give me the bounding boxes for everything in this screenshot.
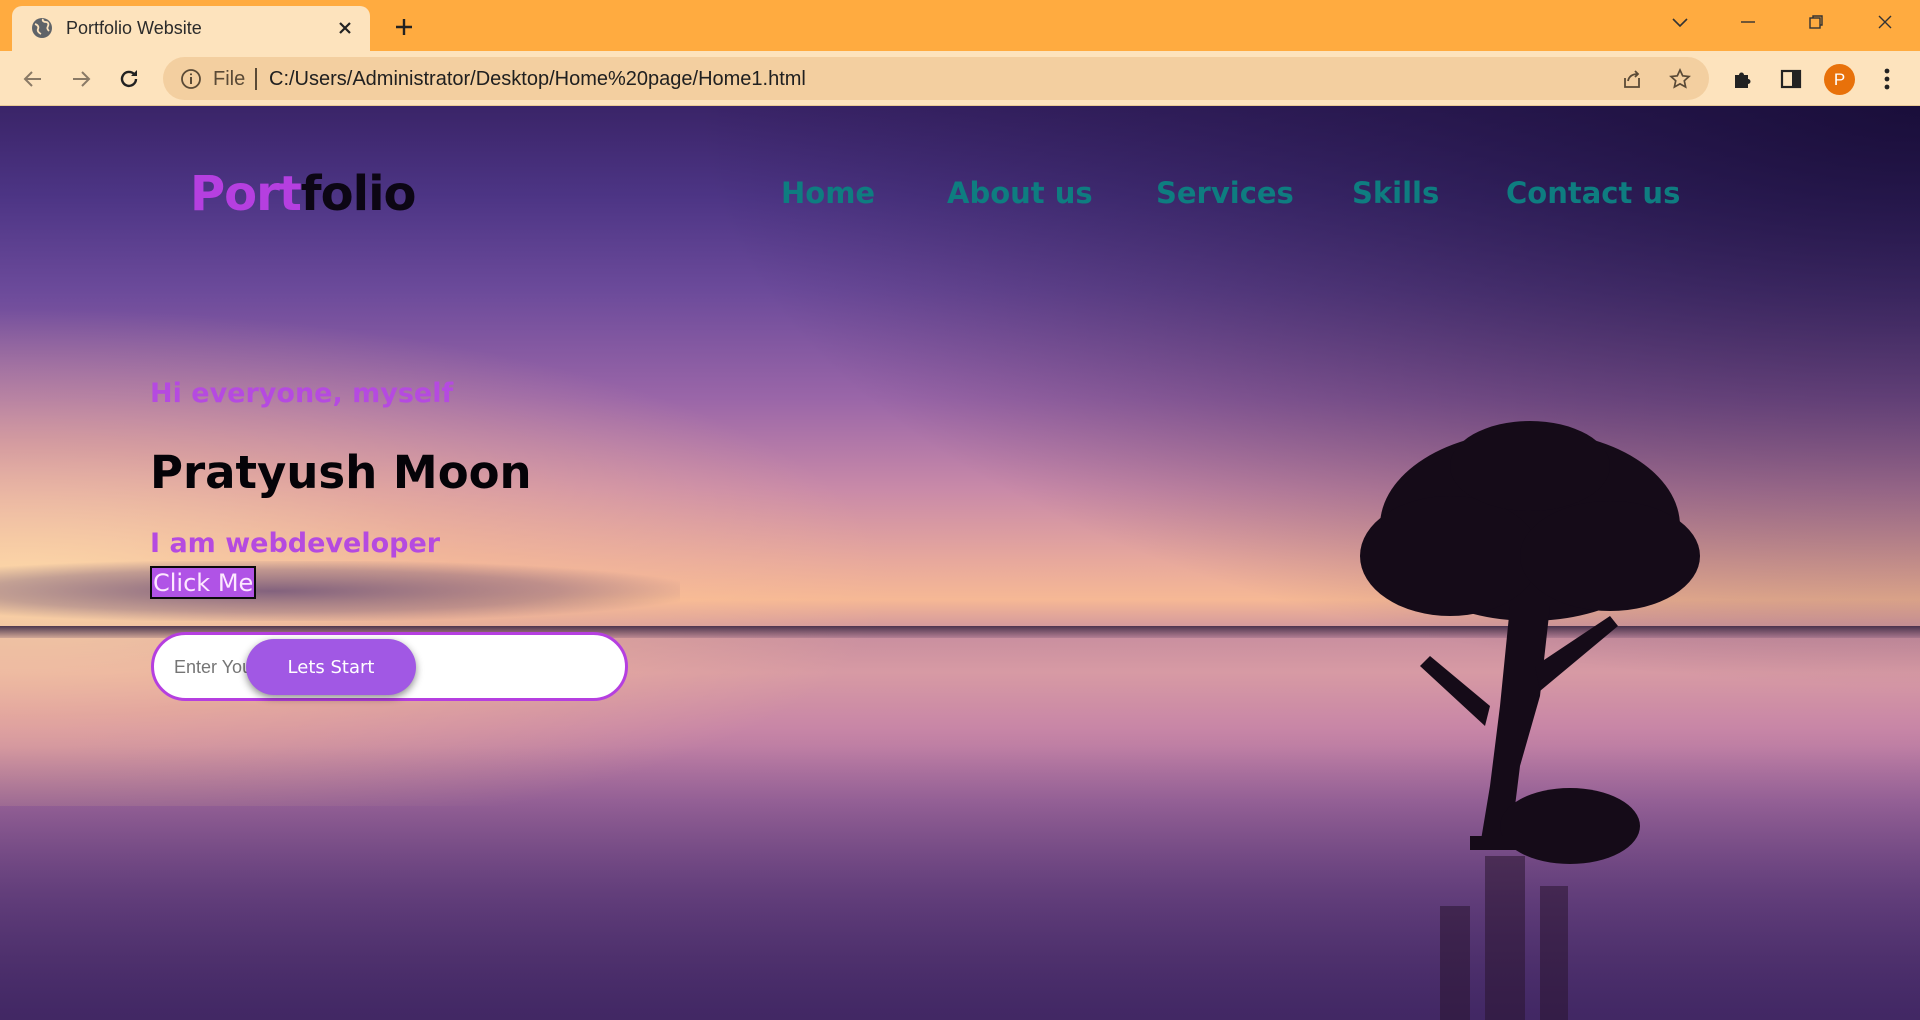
url-text[interactable]: C:/Users/Administrator/Desktop/Home%20pa… <box>269 68 806 91</box>
close-window-icon[interactable] <box>1855 0 1915 44</box>
profile-avatar[interactable]: P <box>1824 64 1855 95</box>
share-icon[interactable] <box>1619 66 1645 92</box>
tree-silhouette-image <box>1360 421 1700 1020</box>
address-bar[interactable]: File C:/Users/Administrator/Desktop/Home… <box>163 57 1709 100</box>
close-tab-icon[interactable] <box>332 15 358 41</box>
nav-link-contact-us[interactable]: Contact us <box>1506 176 1680 210</box>
logo-part-folio: folio <box>300 166 417 222</box>
hero-name: Pratyush Moon <box>150 446 532 499</box>
email-input[interactable] <box>174 653 254 681</box>
forward-icon[interactable] <box>66 64 96 94</box>
email-form: Lets Start <box>151 632 628 701</box>
back-icon[interactable] <box>18 64 48 94</box>
side-panel-icon[interactable] <box>1776 64 1806 94</box>
scheme-label: File <box>213 68 246 90</box>
greeting-text: Hi everyone, myself <box>150 378 454 409</box>
background-cloud <box>0 561 680 621</box>
role-text: I am webdeveloper <box>150 528 441 559</box>
page-viewport: Portfolio Home About us Services Skills … <box>0 106 1920 1020</box>
click-me-button[interactable]: Click Me <box>150 566 257 599</box>
bookmark-star-icon[interactable] <box>1667 66 1693 92</box>
site-logo[interactable]: Portfolio <box>190 166 417 222</box>
tab-title: Portfolio Website <box>66 18 202 38</box>
browser-toolbar: File C:/Users/Administrator/Desktop/Home… <box>0 51 1920 106</box>
nav-link-about-us[interactable]: About us <box>947 176 1093 210</box>
nav-link-services[interactable]: Services <box>1156 176 1294 210</box>
separator <box>255 68 257 90</box>
browser-tab[interactable]: Portfolio Website <box>12 6 370 51</box>
nav-link-home[interactable]: Home <box>781 176 875 210</box>
tab-search-icon[interactable] <box>1650 0 1710 44</box>
globe-icon <box>30 16 54 40</box>
extensions-icon[interactable] <box>1728 64 1758 94</box>
lets-start-button[interactable]: Lets Start <box>246 639 416 695</box>
restore-icon[interactable] <box>1786 0 1846 44</box>
logo-part-port: Port <box>190 166 302 222</box>
minimize-icon[interactable] <box>1718 0 1778 44</box>
new-tab-icon[interactable] <box>388 11 420 43</box>
nav-link-skills[interactable]: Skills <box>1352 176 1439 210</box>
info-icon[interactable] <box>179 67 203 91</box>
tab-strip: Portfolio Website <box>0 0 1920 51</box>
reload-icon[interactable] <box>114 64 144 94</box>
menu-kebab-icon[interactable] <box>1872 64 1902 94</box>
